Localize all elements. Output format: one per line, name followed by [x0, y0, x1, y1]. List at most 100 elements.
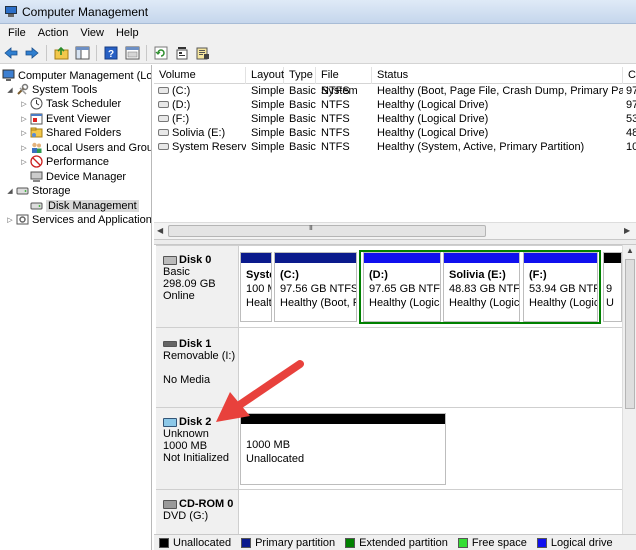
partition-name: (C:): [280, 269, 299, 281]
expand-arrow-icon[interactable]: ▷: [20, 115, 28, 123]
toolbar-separator: [96, 44, 97, 61]
disk-info-disk-0[interactable]: Disk 0 Basic 298.09 GB Online: [156, 246, 239, 328]
legend-label: Extended partition: [359, 536, 448, 549]
cell-file-system: NTFS: [321, 113, 350, 125]
table-row[interactable]: (F:) Simple Basic NTFS Healthy (Logical …: [154, 112, 636, 126]
table-row[interactable]: (D:) Simple Basic NTFS Healthy (Logical …: [154, 98, 636, 112]
console-button[interactable]: [123, 44, 141, 62]
expand-arrow-icon[interactable]: ▷: [20, 100, 28, 108]
tree-item-storage[interactable]: ◢ Storage: [6, 183, 70, 198]
column-header-volume[interactable]: Volume: [154, 67, 246, 84]
partition-unallocated[interactable]: 9 U: [603, 252, 622, 322]
disk-info-cdrom-0[interactable]: CD-ROM 0 DVD (G:): [156, 490, 239, 535]
partition-f[interactable]: (F:) 53.94 GB NTFS Healthy (Logica: [523, 252, 598, 322]
table-row[interactable]: (C:) Simple Basic NTFS Healthy (Boot, Pa…: [154, 84, 636, 98]
show-hide-tree-button[interactable]: [73, 44, 91, 62]
volume-icon: [158, 129, 169, 136]
show-hide-tree-icon: [75, 46, 89, 59]
column-header-capacity[interactable]: C: [623, 67, 636, 84]
menu-view[interactable]: View: [74, 27, 110, 39]
tree-item-local-users-and-groups[interactable]: ▷ Local Users and Groups: [20, 140, 151, 155]
menu-help[interactable]: Help: [110, 27, 145, 39]
primary-partition-bar: [241, 253, 271, 263]
scroll-thumb[interactable]: [625, 259, 635, 409]
collapse-arrow-icon[interactable]: ◢: [6, 86, 14, 94]
table-row[interactable]: Solivia (E:) Simple Basic NTFS Healthy (…: [154, 126, 636, 140]
disk-name: CD-ROM 0: [163, 498, 238, 510]
partition-c[interactable]: (C:) 97.56 GB NTFS Healthy (Boot, Pa: [274, 252, 357, 322]
partition-name: Solivia (E:): [449, 269, 506, 281]
tree-item-performance[interactable]: ▷ Performance: [20, 154, 109, 169]
cell-capacity: 53: [626, 113, 636, 125]
refresh-button[interactable]: [152, 44, 170, 62]
up-button[interactable]: [52, 44, 70, 62]
tree-item-system-tools[interactable]: ◢ System Tools: [6, 82, 97, 97]
column-header-status[interactable]: Status: [372, 67, 623, 84]
partition-d[interactable]: (D:) 97.65 GB NTFS Healthy (Logica: [363, 252, 441, 322]
disk-0-label: Disk 0: [179, 254, 212, 266]
properties-button[interactable]: [173, 44, 191, 62]
expand-arrow-icon[interactable]: ▷: [6, 216, 14, 224]
partition-e[interactable]: Solivia (E:) 48.83 GB NTFS Healthy (Logi…: [443, 252, 520, 322]
export-icon: [196, 47, 209, 59]
tree-item-event-viewer[interactable]: ▷ Event Viewer: [20, 111, 111, 126]
cell-capacity: 10: [626, 141, 636, 153]
scroll-up-icon[interactable]: ▲: [626, 246, 634, 255]
horizontal-scrollbar[interactable]: ◀ III ▶: [154, 222, 636, 239]
vertical-scrollbar[interactable]: ▲: [622, 245, 636, 534]
disk-row-disk-0[interactable]: Disk 0 Basic 298.09 GB Online Syste 100 …: [156, 245, 622, 328]
partition-status: U: [606, 297, 614, 309]
column-header-layout[interactable]: Layout: [246, 67, 284, 84]
cell-volume: (F:): [172, 113, 190, 125]
scroll-right-icon[interactable]: ▶: [624, 226, 630, 235]
export-button[interactable]: [194, 44, 212, 62]
cell-file-system: NTFS: [321, 127, 350, 139]
tree-item-shared-folders[interactable]: ▷ Shared Folders: [20, 125, 121, 140]
table-row[interactable]: System Reserved Simple Basic NTFS Health…: [154, 140, 636, 154]
cell-layout: Simple: [251, 99, 284, 111]
legend-item: Primary partition: [241, 537, 335, 549]
expand-arrow-icon[interactable]: ▷: [20, 158, 28, 166]
computer-management-icon: [4, 5, 18, 18]
cell-type: Basic: [289, 113, 316, 125]
disk-2-status: Not Initialized: [163, 452, 230, 464]
removable-disk-icon: [163, 341, 177, 347]
cell-status: Healthy (Logical Drive): [377, 99, 489, 111]
partition-size: 48.83 GB NTFS: [449, 283, 520, 295]
forward-button[interactable]: [23, 44, 41, 62]
tree-item-device-manager[interactable]: Device Manager: [30, 169, 126, 184]
partition-name: (F:): [529, 269, 547, 281]
scroll-thumb[interactable]: [168, 225, 486, 237]
disk-row-cdrom-0[interactable]: CD-ROM 0 DVD (G:): [156, 489, 622, 535]
menu-file[interactable]: File: [2, 27, 32, 39]
tree-label: Device Manager: [46, 170, 127, 183]
cell-status: Healthy (Boot, Page File, Crash Dump, Pr…: [377, 85, 623, 97]
clock-icon: [30, 97, 43, 110]
help-button[interactable]: ?: [102, 44, 120, 62]
tree-item-services-and-applications[interactable]: ▷ Services and Applications: [6, 212, 151, 227]
tree-item-computer-management[interactable]: Computer Management (Local: [2, 68, 151, 83]
column-header-type[interactable]: Type: [284, 67, 316, 84]
partition-system-reserved[interactable]: Syste 100 M Healt: [240, 252, 272, 322]
forward-icon: [25, 46, 39, 59]
navigation-tree: Computer Management (Local ◢ System Tool…: [0, 65, 152, 550]
legend-item: Extended partition: [345, 537, 448, 549]
tools-icon: [16, 83, 29, 96]
expand-arrow-icon[interactable]: ▷: [20, 129, 28, 137]
volume-icon: [158, 87, 169, 94]
collapse-arrow-icon[interactable]: ◢: [6, 187, 14, 195]
scroll-left-icon[interactable]: ◀: [157, 226, 163, 235]
partition-status: Healthy (Logica: [369, 297, 441, 309]
back-button[interactable]: [2, 44, 20, 62]
tree-label: Performance: [46, 155, 109, 168]
logical-drive-bar: [444, 253, 519, 263]
menu-action[interactable]: Action: [32, 27, 75, 39]
disk-name: Disk 0: [163, 254, 238, 266]
partition-size: 53.94 GB NTFS: [529, 283, 597, 295]
expand-arrow-icon[interactable]: ▷: [20, 144, 28, 152]
cell-layout: Simple: [251, 85, 284, 97]
tree-item-task-scheduler[interactable]: ▷ Task Scheduler: [20, 96, 121, 111]
column-header-file-system[interactable]: File System: [316, 67, 372, 97]
cell-volume: Solivia (E:): [172, 127, 226, 139]
tree-item-disk-management[interactable]: Disk Management: [30, 198, 139, 213]
